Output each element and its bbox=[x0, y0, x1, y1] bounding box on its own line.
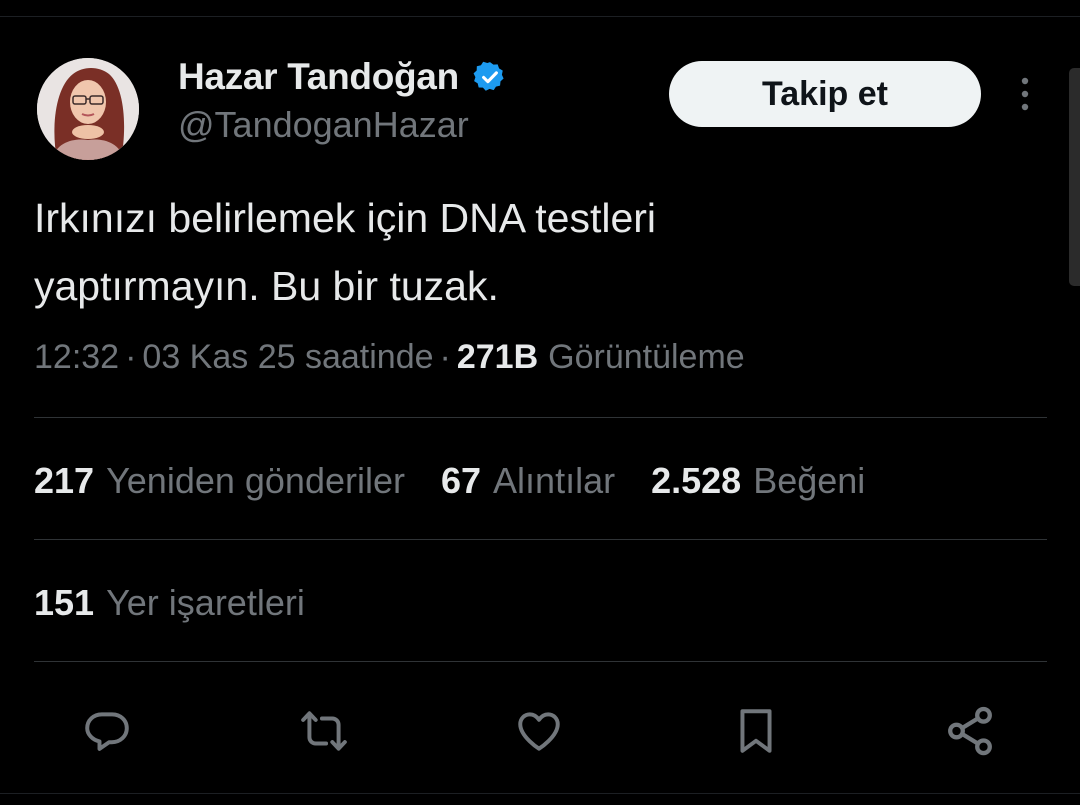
avatar-image bbox=[37, 58, 139, 160]
scrollbar[interactable] bbox=[1069, 68, 1080, 286]
tweet-text: Irkınızı belirlemek için DNA testleri ya… bbox=[34, 195, 657, 309]
tweet-time[interactable]: 12:32 bbox=[34, 338, 119, 377]
heart-icon bbox=[518, 712, 560, 751]
divider bbox=[34, 661, 1047, 662]
bookmark-button[interactable] bbox=[726, 703, 786, 759]
likes-label: Beğeni bbox=[753, 460, 866, 501]
reposts-count: 217 bbox=[34, 460, 95, 501]
tweet-date[interactable]: 03 Kas 25 saatinde bbox=[142, 338, 433, 377]
bottom-divider bbox=[0, 793, 1080, 794]
views-count: 271B bbox=[456, 338, 539, 376]
repost-button[interactable] bbox=[294, 703, 354, 759]
bookmark-icon bbox=[740, 709, 772, 753]
top-divider bbox=[0, 16, 1080, 17]
meta-separator: · bbox=[439, 338, 451, 376]
author-name-row: Hazar Tandoğan bbox=[178, 54, 507, 100]
share-icon bbox=[948, 706, 992, 756]
more-vertical-icon[interactable] bbox=[1010, 76, 1040, 112]
author-handle[interactable]: @TandoganHazar bbox=[178, 104, 469, 146]
views-label: Görüntüleme bbox=[548, 338, 745, 376]
share-button[interactable] bbox=[940, 703, 1000, 759]
divider bbox=[34, 417, 1047, 418]
divider bbox=[34, 539, 1047, 540]
likes-count: 2.528 bbox=[651, 460, 742, 501]
tweet-meta: 12:32 · 03 Kas 25 saatinde · 271B Görünt… bbox=[34, 338, 745, 377]
meta-separator: · bbox=[125, 338, 137, 376]
reposts-stat[interactable]: 217 Yeniden gönderiler bbox=[34, 460, 405, 502]
reposts-label: Yeniden gönderiler bbox=[106, 460, 405, 501]
quotes-label: Alıntılar bbox=[493, 460, 616, 501]
bookmarks-count: 151 bbox=[34, 582, 95, 623]
like-button[interactable] bbox=[509, 703, 569, 759]
engagement-stats: 217 Yeniden gönderiler 67 Alıntılar 2.52… bbox=[34, 460, 865, 502]
avatar[interactable] bbox=[37, 58, 139, 160]
author-display-name[interactable]: Hazar Tandoğan bbox=[178, 56, 459, 98]
repost-icon bbox=[301, 711, 347, 751]
follow-button[interactable]: Takip et bbox=[669, 61, 981, 127]
bookmarks-stat[interactable]: 151 Yer işaretleri bbox=[34, 582, 305, 624]
likes-stat[interactable]: 2.528 Beğeni bbox=[651, 460, 865, 502]
verified-badge-icon bbox=[473, 60, 507, 94]
quotes-count: 67 bbox=[441, 460, 482, 501]
bookmarks-label: Yer işaretleri bbox=[106, 582, 305, 623]
quotes-stat[interactable]: 67 Alıntılar bbox=[441, 460, 615, 502]
reply-icon bbox=[85, 712, 129, 751]
reply-button[interactable] bbox=[77, 703, 137, 759]
